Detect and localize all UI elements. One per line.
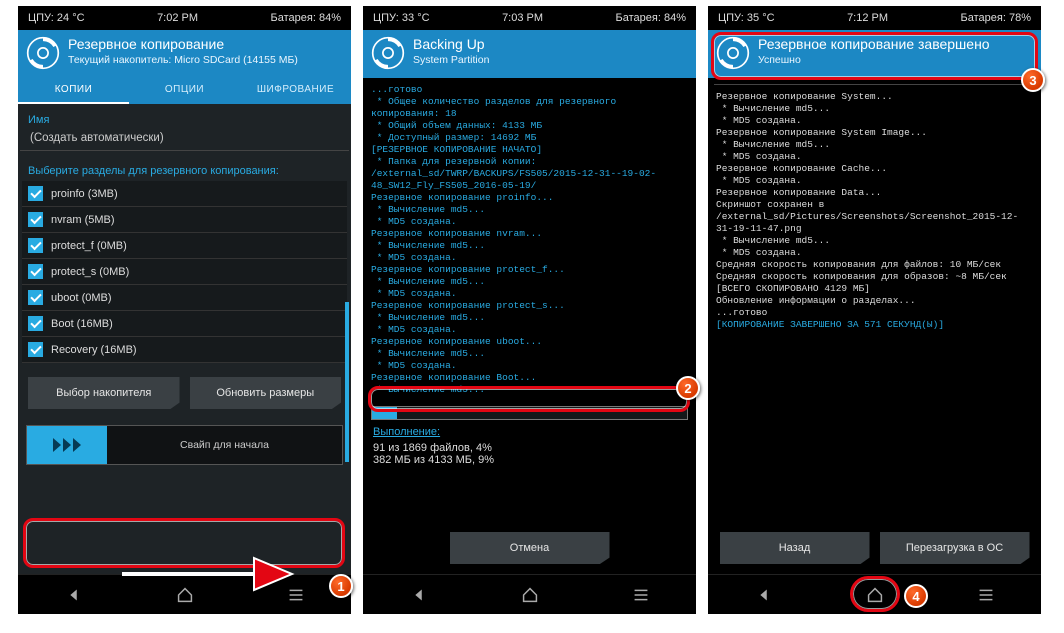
header: Резервное копирование Текущий накопитель… — [18, 30, 351, 78]
status-cpu: ЦПУ: 33 °C — [373, 12, 430, 24]
partition-label: uboot (0MB) — [51, 292, 112, 304]
progress-bar — [371, 406, 688, 420]
body: Имя (Создать автоматически) Выберите раз… — [18, 104, 351, 574]
partition-row[interactable]: proinfo (3MB) — [22, 181, 347, 207]
backup-log: Резервное копирование System... * Вычисл… — [708, 85, 1041, 337]
select-storage-button[interactable]: Выбор накопителя — [28, 377, 180, 409]
header-subtitle: Текущий накопитель: Micro SDCard (14155 … — [68, 54, 298, 66]
partition-list[interactable]: proinfo (3MB) nvram (5MB) protect_f (0MB) p… — [22, 181, 347, 363]
partition-row[interactable]: protect_s (0MB) — [22, 259, 347, 285]
nav-menu-icon[interactable] — [975, 584, 997, 606]
twrp-logo-icon — [26, 36, 60, 70]
tab-encryption[interactable]: ШИФРОВАНИЕ — [240, 78, 351, 104]
checkbox-icon[interactable] — [28, 186, 43, 201]
nav-back-icon[interactable] — [753, 584, 775, 606]
progress-stats: Выполнение: 91 из 1869 файлов, 4% 382 МБ… — [363, 426, 696, 466]
header-subtitle: System Partition — [413, 54, 489, 66]
cancel-button[interactable]: Отмена — [450, 532, 610, 564]
refresh-sizes-button[interactable]: Обновить размеры — [190, 377, 342, 409]
nav-bar — [18, 574, 351, 614]
status-time: 7:02 PM — [157, 12, 198, 24]
header: Backing Up System Partition — [363, 30, 696, 78]
progress-fill — [372, 407, 397, 419]
partition-label: protect_f (0MB) — [51, 240, 127, 252]
status-cpu: ЦПУ: 24 °C — [28, 12, 85, 24]
panel-backup-progress: ЦПУ: 33 °C 7:03 PM Батарея: 84% Backing … — [363, 6, 696, 614]
panel-backup-setup: ЦПУ: 24 °C 7:02 PM Батарея: 84% Резервно… — [18, 6, 351, 614]
header-title: Резервное копирование завершено — [758, 36, 990, 52]
status-battery: Батарея: 78% — [961, 12, 1031, 24]
status-time: 7:03 PM — [502, 12, 543, 24]
header-title: Резервное копирование — [68, 36, 298, 52]
body: ...готово * Общее количество разделов дл… — [363, 78, 696, 574]
tab-options[interactable]: ОПЦИИ — [129, 78, 240, 104]
nav-menu-icon[interactable] — [630, 584, 652, 606]
nav-home-icon[interactable] — [864, 584, 886, 606]
header-subtitle: Успешно — [758, 54, 990, 66]
body: Резервное копирование System... * Вычисл… — [708, 78, 1041, 574]
swipe-label: Свайп для начала — [107, 439, 342, 451]
partition-row[interactable]: Boot (16MB) — [22, 311, 347, 337]
status-battery: Батарея: 84% — [616, 12, 686, 24]
name-label: Имя — [18, 104, 351, 128]
status-time: 7:12 PM — [847, 12, 888, 24]
checkbox-icon[interactable] — [28, 238, 43, 253]
stats-label: Выполнение: — [373, 426, 686, 438]
stats-files: 91 из 1869 файлов, 4% — [373, 442, 686, 454]
checkbox-icon[interactable] — [28, 316, 43, 331]
reboot-os-button[interactable]: Перезагрузка в ОС — [880, 532, 1030, 564]
tab-bar: КОПИИ ОПЦИИ ШИФРОВАНИЕ — [18, 78, 351, 104]
backup-name-input[interactable]: (Создать автоматически) — [20, 128, 349, 151]
stats-size: 382 МБ из 4133 МБ, 9% — [373, 454, 686, 466]
swipe-thumb[interactable] — [27, 426, 107, 464]
nav-home-icon[interactable] — [519, 584, 541, 606]
partition-row[interactable]: nvram (5MB) — [22, 207, 347, 233]
panel-backup-complete: ЦПУ: 35 °C 7:12 PM Батарея: 78% Резервно… — [708, 6, 1041, 614]
header: Резервное копирование завершено Успешно — [708, 30, 1041, 78]
partition-row[interactable]: Recovery (16MB) — [22, 337, 347, 363]
checkbox-icon[interactable] — [28, 290, 43, 305]
partition-row[interactable]: uboot (0MB) — [22, 285, 347, 311]
partition-row[interactable]: protect_f (0MB) — [22, 233, 347, 259]
checkbox-icon[interactable] — [28, 264, 43, 279]
nav-menu-icon[interactable] — [285, 584, 307, 606]
tab-copies[interactable]: КОПИИ — [18, 78, 129, 104]
twrp-logo-icon — [371, 36, 405, 70]
nav-home-icon[interactable] — [174, 584, 196, 606]
status-cpu: ЦПУ: 35 °C — [718, 12, 775, 24]
twrp-logo-icon — [716, 36, 750, 70]
nav-back-icon[interactable] — [63, 584, 85, 606]
partition-label: nvram (5MB) — [51, 214, 115, 226]
nav-bar — [708, 574, 1041, 614]
partition-label: proinfo (3MB) — [51, 188, 118, 200]
header-title: Backing Up — [413, 36, 489, 52]
swipe-to-start[interactable]: Свайп для начала — [26, 425, 343, 465]
partition-label: Boot (16MB) — [51, 318, 113, 330]
status-bar: ЦПУ: 24 °C 7:02 PM Батарея: 84% — [18, 6, 351, 30]
checkbox-icon[interactable] — [28, 212, 43, 227]
checkbox-icon[interactable] — [28, 342, 43, 357]
backup-log: ...готово * Общее количество разделов дл… — [363, 78, 696, 402]
status-battery: Батарея: 84% — [271, 12, 341, 24]
nav-bar — [363, 574, 696, 614]
partition-label: protect_s (0MB) — [51, 266, 129, 278]
status-bar: ЦПУ: 35 °C 7:12 PM Батарея: 78% — [708, 6, 1041, 30]
partition-label: Recovery (16MB) — [51, 344, 137, 356]
status-bar: ЦПУ: 33 °C 7:03 PM Батарея: 84% — [363, 6, 696, 30]
back-button[interactable]: Назад — [720, 532, 870, 564]
nav-back-icon[interactable] — [408, 584, 430, 606]
scrollbar[interactable] — [345, 302, 349, 462]
partitions-label: Выберите разделы для резервного копирова… — [18, 155, 351, 179]
